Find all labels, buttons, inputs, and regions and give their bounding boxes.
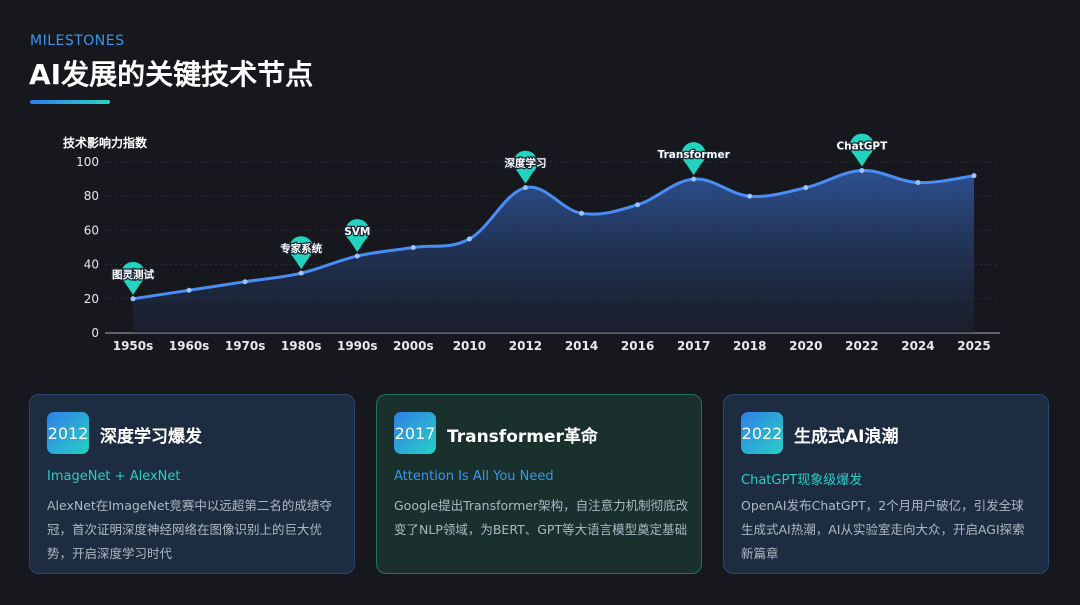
year-badge: 2012 [47, 412, 89, 454]
x-tick-label: 2016 [621, 339, 654, 353]
card-title: Transformer革命 [447, 427, 598, 447]
x-tick-label: 2025 [957, 339, 990, 353]
milestone-label: 深度学习 [504, 157, 546, 170]
x-tick-label: 2010 [453, 339, 486, 353]
x-tick-label: 2024 [901, 339, 934, 353]
y-tick-label: 20 [84, 292, 99, 306]
milestone-card-2017: 2017 Transformer革命 Attention Is All You … [376, 394, 702, 574]
x-tick-label: 2018 [733, 339, 766, 353]
milestone-label: Transformer [658, 149, 731, 161]
x-tick-label: 1980s [281, 339, 322, 353]
milestone-card-2022: 2022 生成式AI浪潮 ChatGPT现象级爆发 OpenAI发布ChatGP… [723, 394, 1049, 574]
milestone-label: 专家系统 [280, 242, 322, 255]
milestone-marker-2017[interactable]: Transformer [656, 142, 732, 176]
y-tick-label: 80 [84, 189, 99, 203]
card-description: AlexNet在ImageNet竞赛中以远超第二名的成绩夺冠，首次证明深度神经网… [47, 498, 332, 561]
x-tick-label: 2022 [845, 339, 878, 353]
card-title: 生成式AI浪潮 [794, 427, 899, 447]
data-point-2017[interactable] [691, 176, 697, 182]
data-point-2012[interactable] [522, 185, 528, 191]
year-badge: 2017 [394, 412, 436, 454]
data-point-2000s[interactable] [410, 245, 416, 250]
data-point-1960s[interactable] [186, 287, 192, 293]
milestone-label: SVM [344, 226, 370, 238]
card-subtitle: Attention Is All You Need [394, 469, 554, 484]
y-tick-label: 40 [84, 258, 99, 272]
y-tick-label: 0 [91, 326, 99, 340]
x-tick-label: 2020 [789, 339, 822, 353]
data-point-1980s[interactable] [298, 270, 304, 276]
data-point-1970s[interactable] [242, 279, 248, 285]
x-tick-label: 1990s [337, 339, 378, 353]
data-point-2018[interactable] [747, 193, 753, 199]
data-point-2016[interactable] [635, 202, 641, 208]
x-tick-label: 2000s [393, 339, 434, 353]
influence-area-chart: 技术影响力指数 0 20 40 60 80 100 图灵测试 专家系统 SVM 深度学习 Tran… [63, 133, 1000, 353]
x-tick-label: 2017 [677, 339, 710, 353]
area-fill [133, 170, 974, 333]
data-point-2020[interactable] [803, 185, 809, 191]
data-point-2010[interactable] [466, 236, 472, 242]
card-description: Google提出Transformer架构，自注意力机制彻底改变了NLP领域，为… [394, 498, 689, 537]
y-tick-label: 60 [84, 223, 99, 237]
data-point-2024[interactable] [915, 180, 921, 186]
card-title: 深度学习爆发 [100, 427, 202, 447]
milestone-marker-1990s[interactable]: SVM [343, 219, 372, 253]
card-subtitle: ChatGPT现象级爆发 [741, 473, 863, 488]
data-point-2022[interactable] [859, 168, 865, 174]
y-axis-label: 技术影响力指数 [63, 135, 148, 150]
card-description: OpenAI发布ChatGPT，2个月用户破亿，引发全球生成式AI热潮，AI从实… [741, 498, 1025, 561]
milestone-label: ChatGPT [836, 141, 888, 153]
x-tick-label: 1960s [169, 339, 210, 353]
milestone-marker-1950s[interactable]: 图灵测试 [111, 261, 156, 295]
x-tick-label: 1970s [225, 339, 266, 353]
card-subtitle: ImageNet + AlexNet [47, 469, 181, 484]
milestone-card-2012: 2012 深度学习爆发 ImageNet + AlexNet AlexNet在I… [29, 394, 355, 574]
milestone-marker-2012[interactable]: 深度学习 [503, 150, 548, 184]
data-point-1950s[interactable] [130, 296, 136, 302]
y-tick-label: 100 [76, 155, 99, 169]
data-point-2025[interactable] [971, 173, 977, 179]
x-tick-label: 2012 [509, 339, 542, 353]
milestone-label: 图灵测试 [112, 268, 154, 281]
year-badge: 2022 [741, 412, 783, 454]
x-tick-label: 2014 [565, 339, 598, 353]
data-point-1990s[interactable] [354, 253, 360, 259]
x-tick-label: 1950s [113, 339, 154, 353]
data-point-2014[interactable] [579, 210, 585, 216]
